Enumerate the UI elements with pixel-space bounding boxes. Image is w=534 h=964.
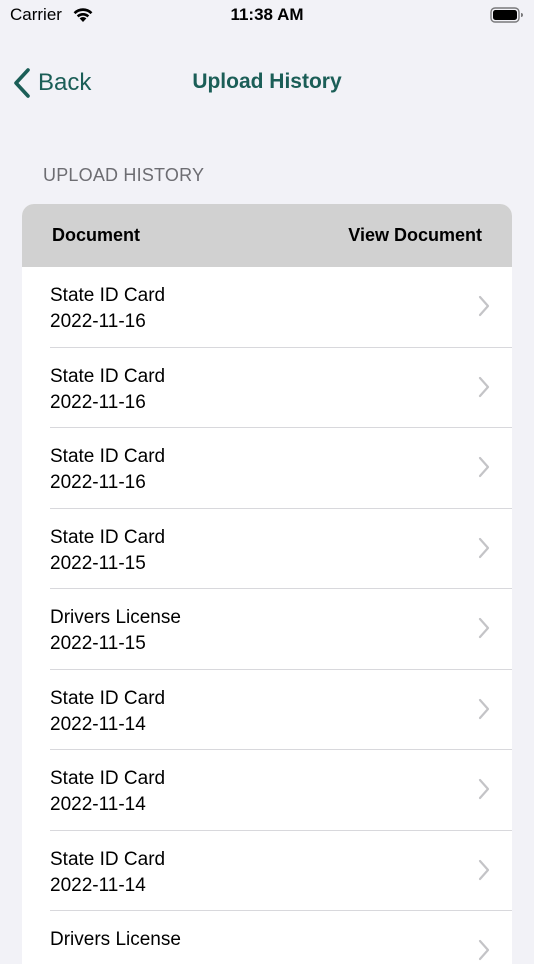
table-header: Document View Document xyxy=(22,204,512,267)
row-upload-date: 2022-11-14 xyxy=(50,874,146,896)
row-upload-date: 2022-11-14 xyxy=(50,713,146,735)
row-document-name: Drivers License xyxy=(50,929,181,950)
chevron-right-icon xyxy=(478,859,490,880)
row-text: State ID Card 2022-11-16 xyxy=(50,444,165,496)
chevron-right-icon xyxy=(478,537,490,558)
table-row[interactable]: Drivers License xyxy=(22,911,512,964)
column-header-view-document: View Document xyxy=(348,225,482,245)
chevron-right-icon xyxy=(478,778,490,800)
row-document-name: State ID Card xyxy=(50,848,166,870)
chevron-right-icon xyxy=(478,617,490,639)
row-upload-date: 2022-11-15 xyxy=(50,552,146,574)
table-row[interactable]: State ID Card 2022-11-16 xyxy=(22,428,512,509)
table-row[interactable]: State ID Card 2022-11-16 xyxy=(22,348,512,429)
table-row[interactable]: State ID Card 2022-11-14 xyxy=(22,670,512,751)
row-document-name: State ID Card xyxy=(50,285,166,306)
chevron-right-icon xyxy=(478,295,490,317)
table-row[interactable]: State ID Card 2022-11-14 xyxy=(22,831,512,912)
upload-history-table: Document View Document State ID Card 202… xyxy=(22,204,512,964)
table-row[interactable]: State ID Card 2022-11-16 xyxy=(22,267,512,348)
row-upload-date: 2022-11-16 xyxy=(50,311,146,332)
row-upload-date: 2022-11-16 xyxy=(50,391,146,413)
row-text: State ID Card 2022-11-15 xyxy=(50,525,165,577)
row-document-name: Drivers License xyxy=(50,607,181,628)
table-row[interactable]: Drivers License 2022-11-15 xyxy=(22,589,512,670)
row-document-name: State ID Card xyxy=(50,687,166,709)
table-row[interactable]: State ID Card 2022-11-14 xyxy=(22,750,512,831)
row-document-name: State ID Card xyxy=(50,446,166,467)
chevron-right-icon xyxy=(478,698,490,719)
status-time: 11:38 AM xyxy=(230,5,304,24)
chevron-right-icon xyxy=(478,376,490,397)
row-text: Drivers License xyxy=(50,927,181,953)
status-bar: Carrier 11:38 AM xyxy=(0,0,534,32)
page-title: Upload History xyxy=(192,70,342,93)
section-header: UPLOAD HISTORY xyxy=(43,165,205,185)
chevron-right-icon xyxy=(478,939,490,961)
battery-icon xyxy=(490,7,523,23)
row-upload-date: 2022-11-16 xyxy=(50,472,146,493)
chevron-right-icon xyxy=(478,456,490,478)
row-text: Drivers License 2022-11-15 xyxy=(50,605,181,657)
row-text: State ID Card 2022-11-14 xyxy=(50,686,165,738)
row-text: State ID Card 2022-11-16 xyxy=(50,283,165,335)
row-document-name: State ID Card xyxy=(50,365,166,387)
row-text: State ID Card 2022-11-16 xyxy=(50,364,165,416)
row-text: State ID Card 2022-11-14 xyxy=(50,766,165,818)
row-document-name: State ID Card xyxy=(50,526,166,548)
row-text: State ID Card 2022-11-14 xyxy=(50,847,165,899)
column-header-document: Document xyxy=(52,225,141,245)
row-document-name: State ID Card xyxy=(50,768,166,789)
row-upload-date: 2022-11-15 xyxy=(50,633,146,654)
row-upload-date: 2022-11-14 xyxy=(50,794,146,815)
navigation-bar: Back Upload History xyxy=(0,50,534,116)
table-body: State ID Card 2022-11-16 State ID Card 2… xyxy=(22,267,512,964)
table-row[interactable]: State ID Card 2022-11-15 xyxy=(22,509,512,590)
